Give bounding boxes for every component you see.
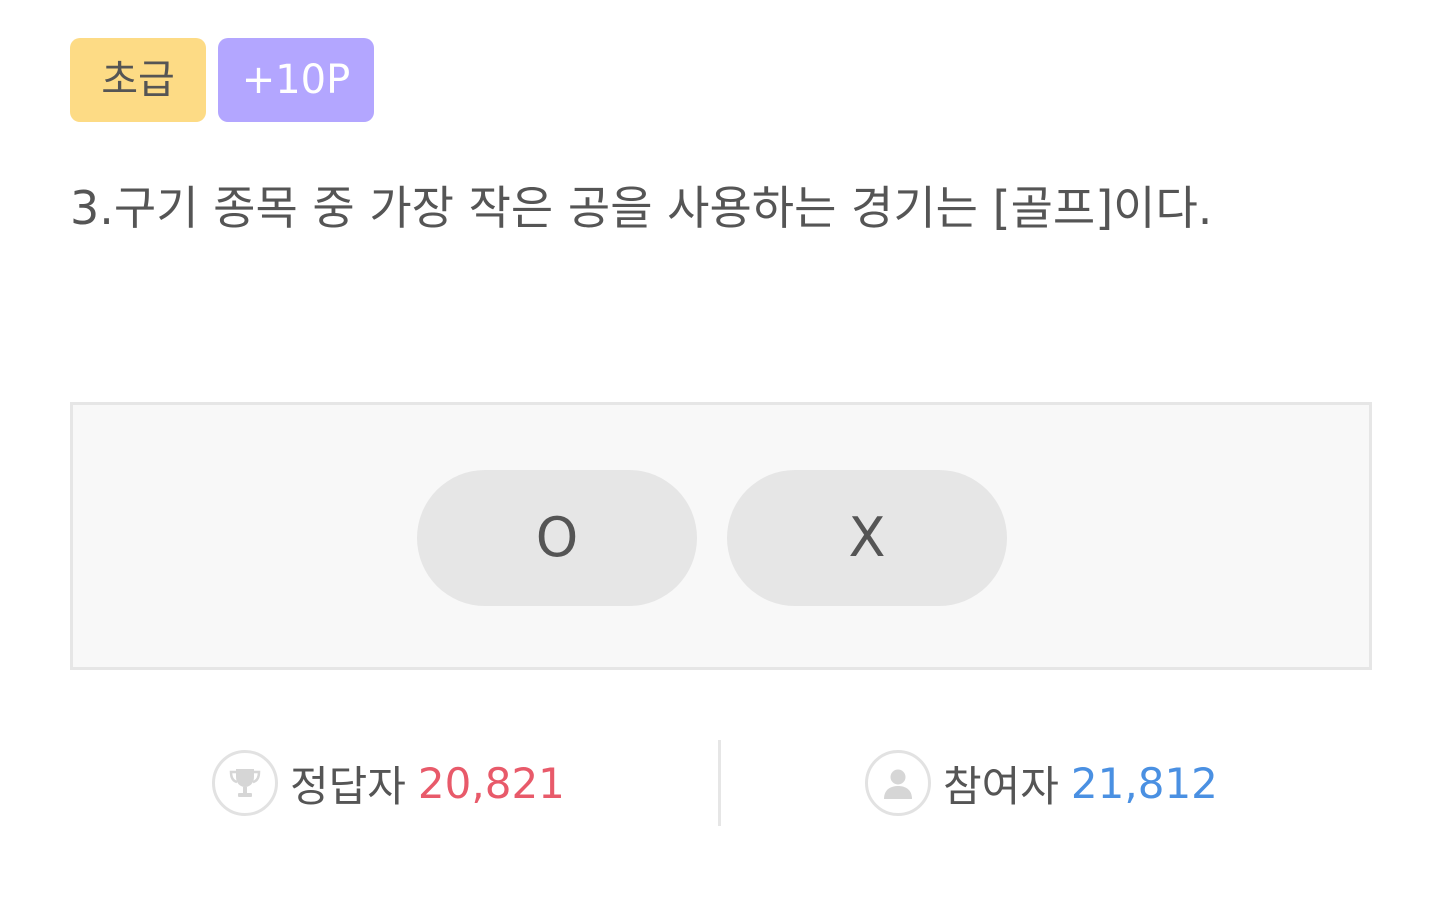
badge-row: 초급 +10P [70,38,374,122]
level-badge: 초급 [70,38,206,122]
stats-divider [718,740,721,826]
points-badge: +10P [218,38,374,122]
participant-count-value: 21,812 [1070,758,1218,808]
participant-count-stat: 참여자 21,812 [865,740,1218,826]
person-icon [865,750,931,816]
answer-x-button[interactable]: X [727,470,1007,606]
answer-o-button[interactable]: O [417,470,697,606]
correct-count-stat: 정답자 20,821 [212,740,565,826]
participant-count-label: 참여자 [943,761,1059,811]
stats-bar: 정답자 20,821 참여자 21,812 [70,740,1372,826]
correct-count-label: 정답자 [290,761,406,811]
question-text: 3.구기 종목 중 가장 작은 공을 사용하는 경기는 [골프]이다. [70,181,1213,235]
trophy-icon [212,750,278,816]
answer-panel: O X [70,402,1372,670]
correct-count-value: 20,821 [417,758,565,808]
